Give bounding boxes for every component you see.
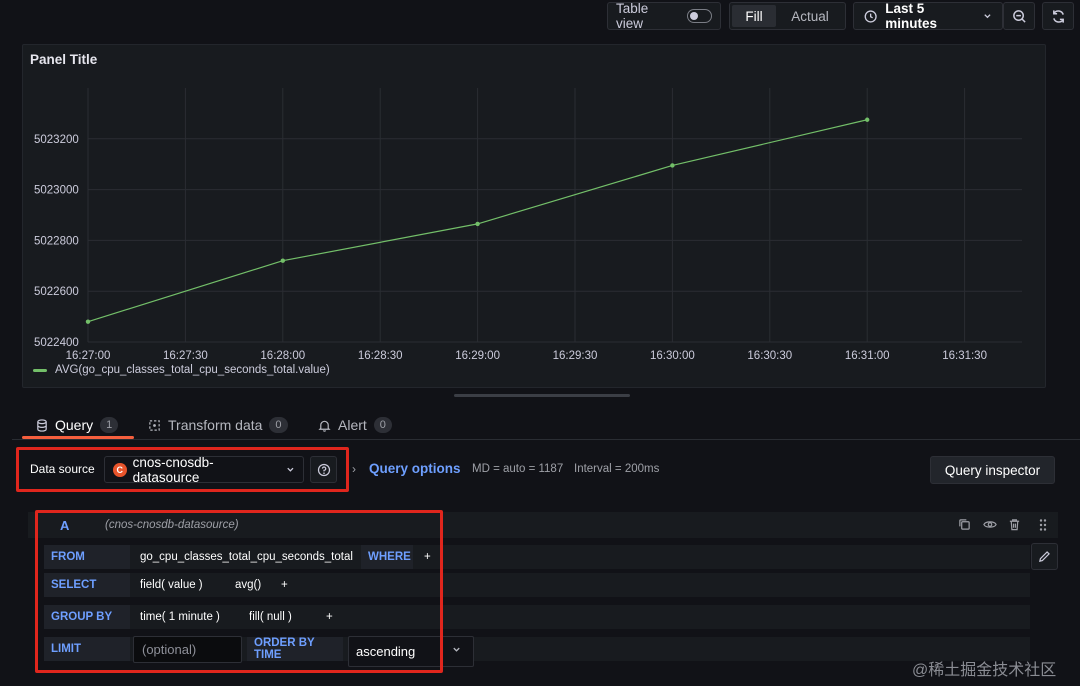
bell-icon [318, 420, 331, 432]
x-tick-label: 16:30:00 [650, 350, 695, 360]
database-icon [37, 418, 47, 432]
data-point [85, 319, 91, 324]
toggle-switch[interactable] [686, 9, 712, 23]
query-options-md: MD = auto = 1187 [472, 463, 564, 475]
time-range-label: Last 5 minutes [885, 1, 938, 31]
x-tick-label: 16:31:30 [942, 350, 987, 360]
y-tick-label: 5022600 [34, 286, 79, 298]
query-inspector-button[interactable]: Query inspector [930, 456, 1055, 484]
transform-icon [149, 419, 160, 431]
data-point [475, 221, 480, 227]
pencil-icon [1039, 551, 1050, 562]
time-series-chart[interactable]: 5022400 5022600 5022800 5023000 5023200 16:27… [22, 80, 1042, 360]
tab-alert-count: 0 [373, 417, 392, 433]
x-tick-label: 16:28:00 [260, 350, 305, 360]
query-options-link[interactable]: Query options [369, 461, 461, 476]
duplicate-icon[interactable] [958, 518, 971, 531]
x-tick-label: 16:27:00 [66, 350, 111, 360]
tab-transform-count: 0 [269, 417, 288, 433]
zoom-out-button[interactable] [1003, 2, 1035, 30]
chart-legend[interactable]: AVG(go_cpu_classes_total_cpu_seconds_tot… [33, 364, 330, 376]
tab-query-label: Query [55, 417, 94, 433]
refresh-button[interactable] [1042, 2, 1074, 30]
data-point [865, 117, 870, 122]
x-tick-label: 16:28:30 [358, 350, 403, 360]
x-tick-label: 16:31:00 [845, 350, 890, 360]
table-view-label: Table view [616, 1, 649, 31]
data-point [280, 258, 285, 263]
data-point [670, 163, 675, 168]
x-tick-label: 16:29:00 [455, 350, 500, 360]
highlight-box-query [35, 510, 443, 673]
tab-transform-label: Transform data [168, 417, 263, 433]
tab-query-count: 1 [100, 417, 119, 433]
tab-alert[interactable]: Alert 0 [318, 414, 392, 436]
raw-query-edit-button[interactable] [1031, 543, 1058, 570]
fill-button[interactable]: Fill [732, 5, 776, 27]
actual-button[interactable]: Actual [778, 5, 842, 27]
tab-transform-data[interactable]: Transform data 0 [148, 414, 288, 436]
x-tick-label: 16:30:30 [747, 350, 792, 360]
drag-handle-icon[interactable] [1038, 518, 1048, 532]
y-tick-label: 5022400 [34, 337, 79, 349]
legend-swatch [33, 368, 47, 372]
legend-label: AVG(go_cpu_classes_total_cpu_seconds_tot… [55, 364, 330, 376]
tab-alert-label: Alert [338, 417, 367, 433]
tab-query[interactable]: Query 1 [36, 414, 119, 436]
watermark: @稀土掘金技术社区 [912, 662, 1057, 679]
y-tick-label: 5023000 [34, 185, 79, 197]
fill-actual-group: Fill Actual [729, 2, 846, 30]
chevron-down-icon [984, 14, 991, 19]
chevron-right-icon[interactable]: › [352, 462, 356, 476]
trash-icon[interactable] [1008, 518, 1021, 531]
query-options-interval: Interval = 200ms [574, 463, 660, 475]
panel-title[interactable]: Panel Title [30, 52, 97, 67]
y-tick-label: 5023200 [34, 134, 79, 146]
y-tick-label: 5022800 [34, 235, 79, 247]
zoom-out-icon [1012, 9, 1026, 23]
chevron-down-icon [453, 647, 460, 652]
pane-resize-handle[interactable] [454, 394, 630, 397]
refresh-icon [1052, 9, 1064, 23]
highlight-box-datasource [16, 447, 349, 492]
clock-icon [864, 9, 877, 23]
x-tick-label: 16:27:30 [163, 350, 208, 360]
time-range-picker[interactable]: Last 5 minutes [853, 1, 1003, 31]
x-tick-label: 16:29:30 [553, 350, 598, 360]
eye-icon[interactable] [983, 518, 997, 531]
table-view-toggle[interactable]: Table view [607, 1, 721, 31]
